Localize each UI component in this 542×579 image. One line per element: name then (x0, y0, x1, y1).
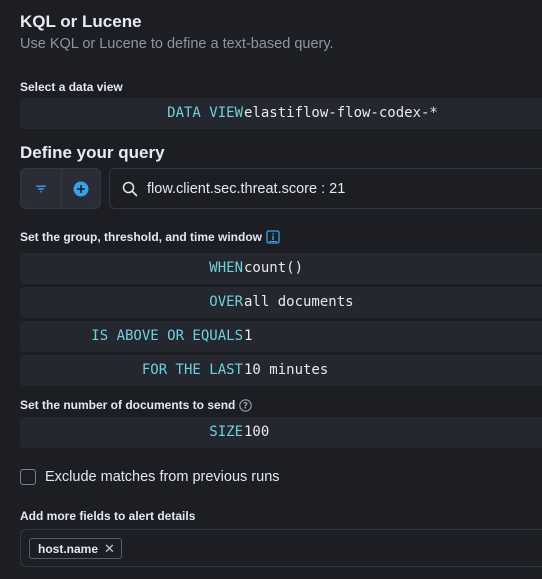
exclude-matches-label[interactable]: Exclude matches from previous runs (45, 469, 280, 485)
data-view-label: Select a data view (20, 80, 123, 94)
filter-button[interactable] (21, 169, 61, 208)
data-view-expression[interactable]: DATA VIEW elastiflow-flow-codex-* (20, 98, 542, 129)
size-label: Set the number of documents to send ? (20, 398, 253, 412)
search-icon (122, 181, 138, 196)
close-icon[interactable]: ✕ (104, 541, 115, 557)
svg-text:?: ? (243, 401, 248, 411)
section-description: Use KQL or Lucene to define a text-based… (20, 36, 334, 52)
fields-label: Add more fields to alert details (20, 509, 196, 523)
expression-value: elastiflow-flow-codex-* (244, 105, 438, 121)
exclude-matches-checkbox[interactable] (20, 469, 36, 485)
expression-value: 1 (244, 328, 253, 344)
threshold-label: Set the group, threshold, and time windo… (20, 230, 280, 244)
expression-keyword: IS ABOVE OR EQUALS (91, 328, 243, 344)
query-search-input[interactable]: flow.client.sec.threat.score : 21 (109, 168, 542, 209)
expression-value: 10 minutes (244, 362, 329, 378)
alert-fields-combobox[interactable]: host.name ✕ (20, 529, 542, 567)
expression-value: count() (244, 260, 304, 276)
query-title: Define your query (20, 143, 165, 162)
expression-keyword: OVER (209, 294, 243, 310)
when-expression[interactable]: WHEN count() (20, 253, 542, 284)
filter-icon (35, 185, 46, 192)
expression-keyword: FOR THE LAST (141, 362, 243, 378)
expression-keyword: DATA VIEW (167, 105, 243, 121)
plus-circle-icon (73, 181, 89, 196)
field-badge: host.name ✕ (29, 538, 122, 559)
expression-keyword: SIZE (209, 424, 243, 440)
add-filter-button[interactable] (60, 169, 101, 208)
question-circle-icon[interactable]: ? (239, 398, 253, 412)
query-button-group (20, 168, 101, 209)
expression-keyword: WHEN (209, 260, 243, 276)
field-badge-label: host.name (38, 541, 99, 556)
expression-value: 100 (244, 424, 270, 440)
exclude-matches-option[interactable]: Exclude matches from previous runs (20, 469, 280, 485)
query-text: flow.client.sec.threat.score : 21 (147, 180, 346, 197)
expression-value: all documents (244, 294, 354, 310)
threshold-expression[interactable]: IS ABOVE OR EQUALS 1 (20, 321, 542, 352)
time-window-expression[interactable]: FOR THE LAST 10 minutes (20, 355, 542, 386)
book-icon[interactable] (266, 230, 280, 244)
section-title: KQL or Lucene (20, 12, 142, 31)
size-expression[interactable]: SIZE 100 (20, 417, 542, 448)
over-expression[interactable]: OVER all documents (20, 287, 542, 318)
